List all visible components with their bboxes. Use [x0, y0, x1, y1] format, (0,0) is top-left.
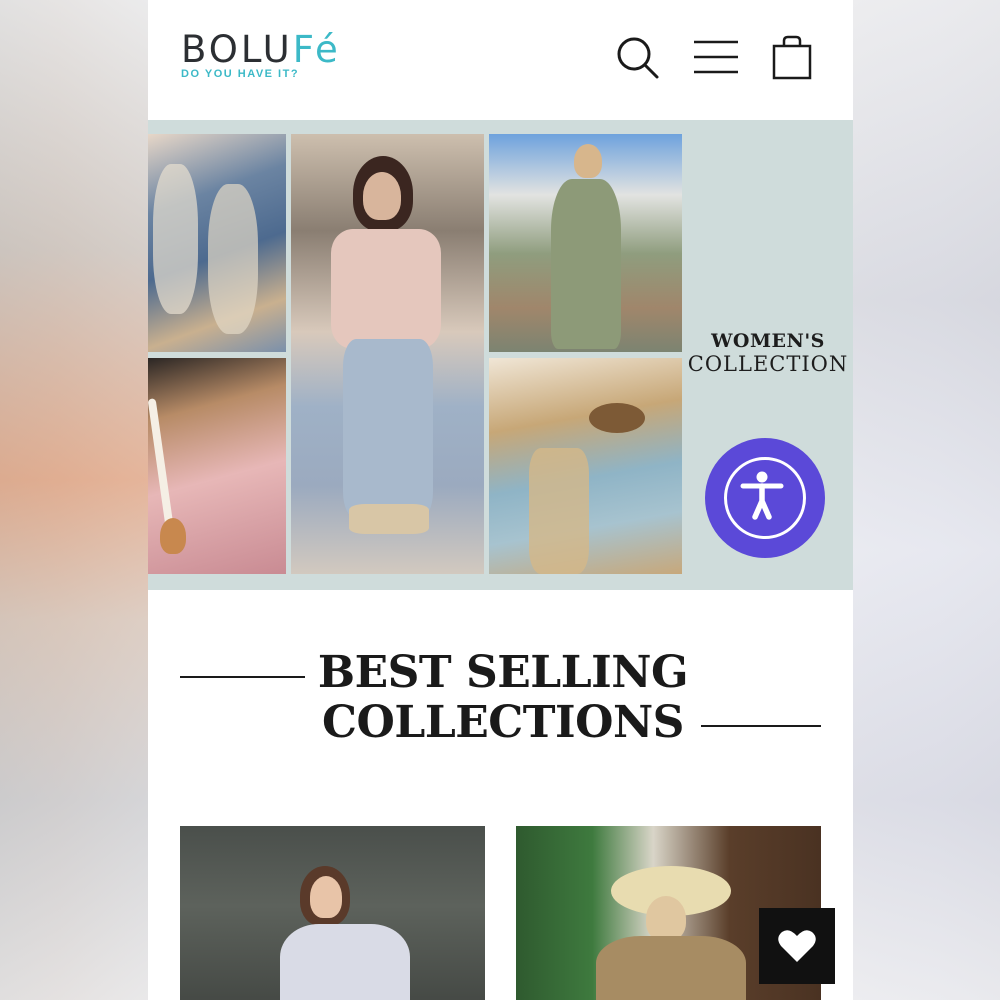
shopping-bag-icon[interactable] [768, 34, 816, 82]
backdrop-left [0, 0, 148, 1000]
brand-logo[interactable]: BOLUFé DO YOU HAVE IT? [181, 28, 341, 81]
search-icon[interactable] [614, 34, 662, 82]
wishlist-button[interactable] [759, 908, 835, 984]
hero-image-embellished-jeans [489, 358, 682, 574]
hero-image-denim-jacket [148, 134, 286, 352]
section-title-line1: BEST SELLING [317, 647, 689, 698]
accessibility-icon [724, 457, 806, 539]
mobile-page: BOLUFé DO YOU HAVE IT? WOMEN'S COLLECTIO… [148, 0, 853, 1000]
hero-collection-title: WOMEN'S COLLECTION [683, 330, 853, 376]
hero-image-green-dress [489, 134, 682, 352]
best-selling-heading: BEST SELLING COLLECTIONS [148, 640, 853, 750]
hero-title-line1: WOMEN'S [711, 330, 825, 352]
hero-image-necklace [148, 358, 286, 574]
hero-image-model-pink-jacket [291, 134, 484, 574]
heart-icon [778, 930, 816, 962]
backdrop-right [853, 0, 1000, 1000]
heading-rule-left [180, 676, 305, 678]
collection-card-1[interactable] [180, 826, 485, 1000]
section-title: BEST SELLING COLLECTIONS [308, 648, 698, 748]
logo-wordmark: BOLUFé [181, 28, 341, 71]
menu-icon[interactable] [692, 34, 740, 82]
hero-title-line2: COLLECTION [687, 352, 849, 376]
hero-banner[interactable]: WOMEN'S COLLECTION [148, 120, 853, 590]
accessibility-button[interactable] [705, 438, 825, 558]
section-title-line2: COLLECTIONS [322, 697, 684, 748]
heading-rule-right [701, 725, 821, 727]
site-header: BOLUFé DO YOU HAVE IT? [148, 0, 853, 120]
